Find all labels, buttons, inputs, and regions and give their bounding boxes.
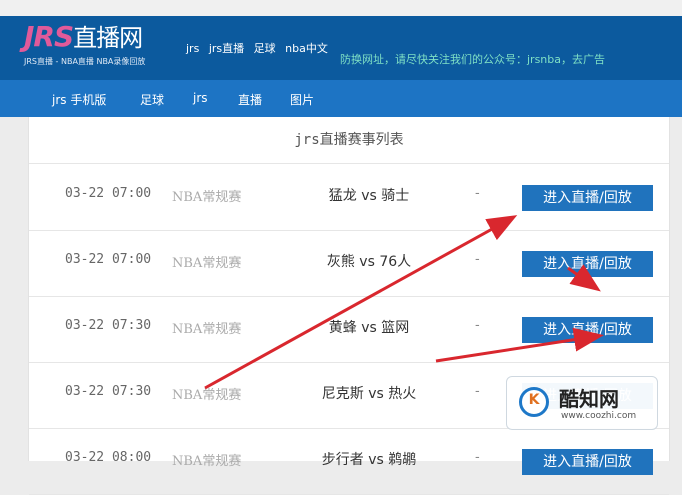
watermark-name: 酷知网 — [559, 387, 619, 411]
coozhi-logo-icon: K — [519, 387, 549, 417]
coozhi-logo-letter: K — [528, 392, 540, 408]
watermark-url: www.coozhi.com — [561, 411, 637, 421]
arrow-to-second-button — [567, 264, 601, 292]
coozhi-watermark: K 酷知网 www.coozhi.com — [506, 376, 658, 430]
arrow-to-third-button — [435, 327, 604, 363]
arrow-to-first-button — [204, 215, 518, 390]
